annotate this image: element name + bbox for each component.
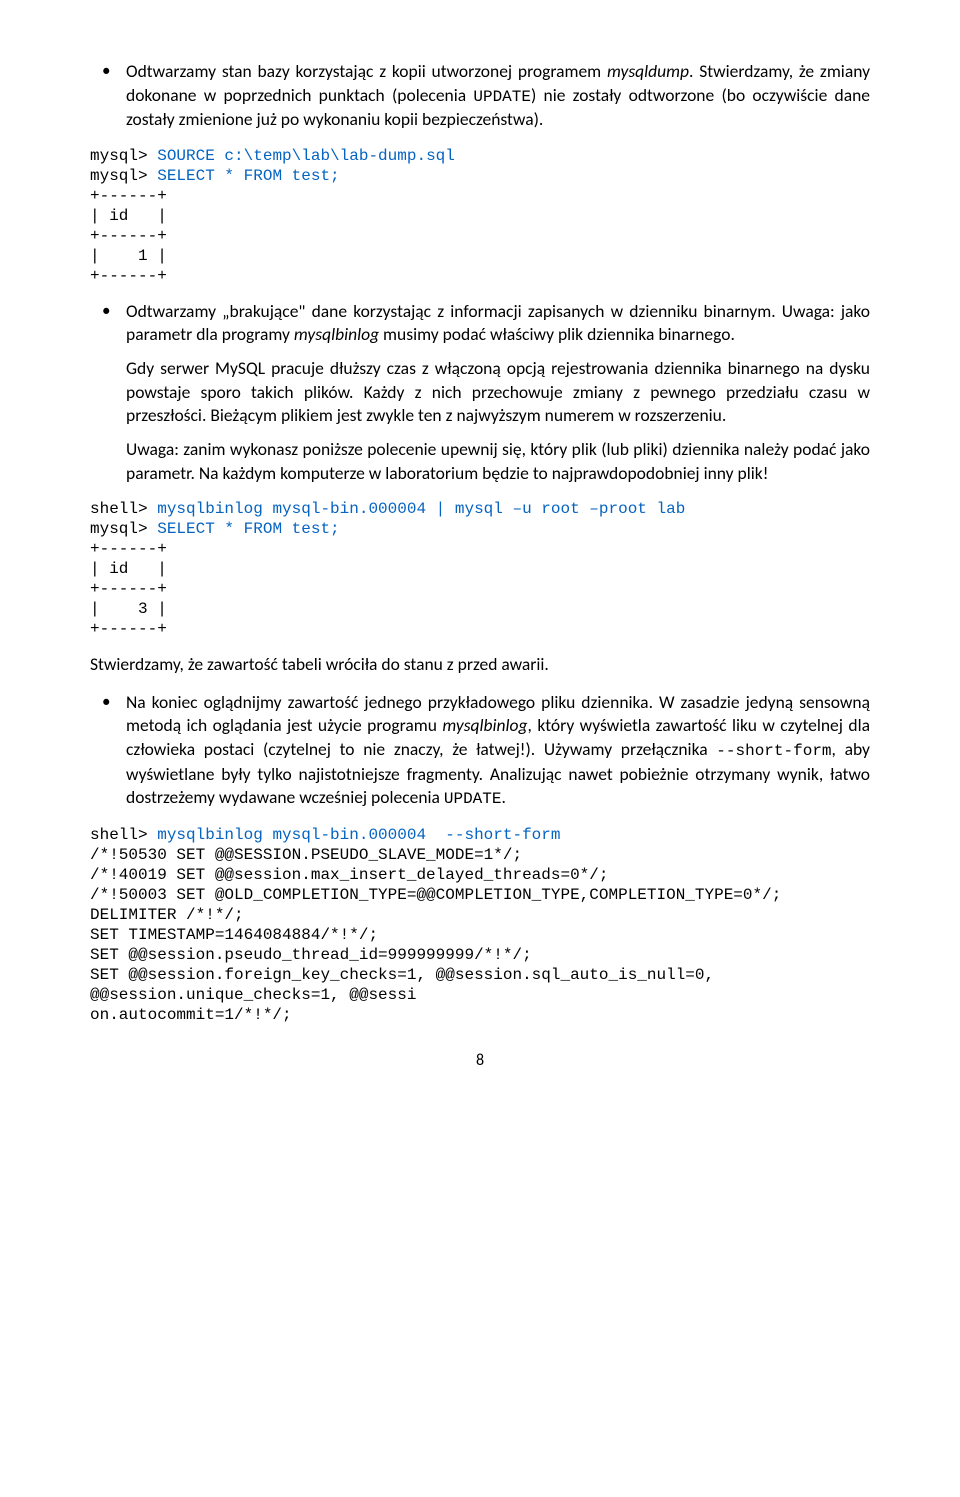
em-mysqlbinlog: mysqlbinlog [294, 323, 379, 345]
code-block-3: shell> mysqlbinlog mysql-bin.000004 --sh… [90, 825, 870, 1025]
code-update: UPDATE [473, 88, 531, 106]
page: Odtwarzamy stan bazy korzystając z kopii… [0, 0, 960, 1100]
output: /*!50530 SET @@SESSION.PSEUDO_SLAVE_MODE… [90, 846, 781, 1024]
em-mysqldump: mysqldump [607, 60, 689, 82]
prompt: shell> [90, 826, 157, 844]
para-confirm: Stwierdzamy, że zawartość tabeli wróciła… [90, 653, 870, 677]
bullet-restore-dump: Odtwarzamy stan bazy korzystając z kopii… [90, 60, 870, 132]
cmd: SELECT * FROM test; [157, 167, 339, 185]
prompt: mysql> [90, 147, 157, 165]
cmd: mysqlbinlog mysql-bin.000004 | mysql –u … [157, 500, 685, 518]
bullet-view-binlog: Na koniec oglądnijmy zawartość jednego p… [90, 691, 870, 811]
text: Uwaga: zanim wykonasz poniższe polecenie… [126, 438, 870, 484]
em-mysqlbinlog2: mysqlbinlog [442, 714, 527, 736]
code-block-1: mysql> SOURCE c:\temp\lab\lab-dump.sql m… [90, 146, 870, 286]
prompt: mysql> [90, 167, 157, 185]
text: Gdy serwer MySQL pracuje dłuższy czas z … [126, 357, 870, 426]
output: +------+ | id | +------+ | 3 | +------+ [90, 540, 167, 638]
cmd: mysqlbinlog mysql-bin.000004 --short-for… [157, 826, 560, 844]
page-number: 8 [90, 1051, 870, 1070]
prompt: shell> [90, 500, 157, 518]
cmd: SOURCE c:\temp\lab\lab-dump.sql [157, 147, 455, 165]
code-short-form: --short-form [716, 742, 831, 760]
output: +------+ | id | +------+ | 1 | +------+ [90, 187, 167, 285]
prompt: mysql> [90, 520, 157, 538]
text: musimy podać właściwy plik dziennika bin… [379, 323, 735, 345]
bullet-restore-binlog: Odtwarzamy „brakujące" dane korzystając … [90, 300, 870, 485]
cmd: SELECT * FROM test; [157, 520, 339, 538]
code-block-2: shell> mysqlbinlog mysql-bin.000004 | my… [90, 499, 870, 639]
text: Odtwarzamy stan bazy korzystając z kopii… [126, 60, 607, 82]
text: . [501, 786, 505, 808]
code-update2: UPDATE [444, 790, 502, 808]
